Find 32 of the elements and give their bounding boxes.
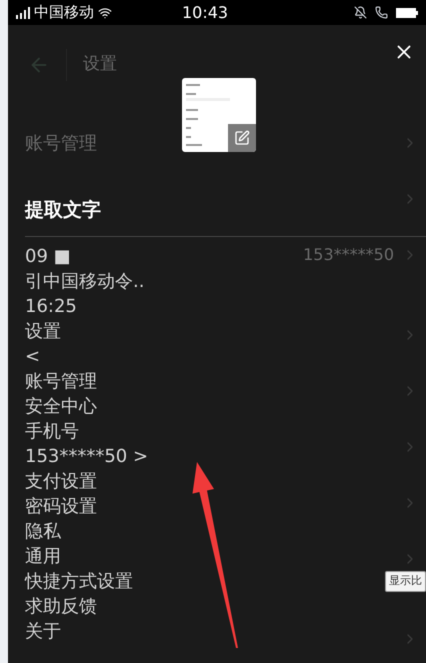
- screenshot-thumbnail[interactable]: [182, 78, 256, 152]
- extracted-text-line: 153*****50 >: [25, 445, 148, 469]
- settings-row-label: 账号管理: [25, 132, 97, 156]
- extracted-text-line: 引中国移动令..: [25, 270, 144, 294]
- extracted-text-line: <: [25, 345, 40, 369]
- extracted-text-line: 手机号: [25, 420, 79, 444]
- wifi-icon: [98, 6, 112, 20]
- battery-icon: [396, 8, 418, 18]
- hd-call-icon: [375, 6, 388, 19]
- extracted-text-line: 设置: [25, 320, 61, 344]
- extracted-text-line: 快捷方式设置: [25, 570, 133, 594]
- extracted-text-line: 账号管理: [25, 370, 97, 394]
- panel-title: 提取文字: [25, 198, 101, 223]
- extracted-text-line: 隐私: [25, 520, 61, 544]
- signal-icon: [16, 6, 30, 18]
- extracted-text-line: 09 ■: [25, 245, 71, 269]
- extracted-text-line: 通用: [25, 545, 61, 569]
- edit-icon: [234, 130, 250, 146]
- tooltip: 显示比: [385, 571, 426, 592]
- edit-button[interactable]: [228, 124, 256, 152]
- bell-off-icon: [354, 6, 367, 19]
- phone-number: 153*****50: [303, 244, 394, 266]
- extracted-text-line: 16:25: [25, 295, 77, 319]
- extracted-text-line: 支付设置: [25, 470, 97, 494]
- extracted-text-line: 求助反馈: [25, 595, 97, 619]
- extracted-text-line: 安全中心: [25, 395, 97, 419]
- thumbnail-drawing: [186, 82, 230, 148]
- page-title: 设置: [83, 53, 117, 76]
- carrier-name: 中国移动: [34, 5, 94, 20]
- extracted-text-line: 密码设置: [25, 495, 97, 519]
- extracted-text-line: 关于: [25, 620, 61, 644]
- clock-time: 10:43: [182, 4, 228, 20]
